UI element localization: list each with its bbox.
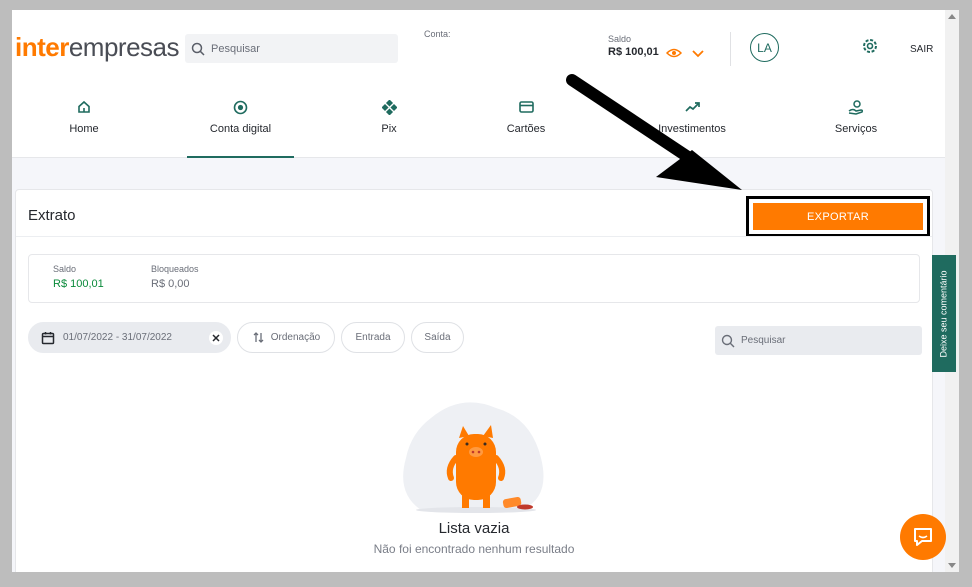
inter-empresas-logo[interactable]: interempresas — [15, 32, 180, 63]
extrato-card: Extrato EXPORTAR Saldo R$ 100,01 Bloquea… — [15, 189, 933, 572]
nav-pix-label: Pix — [381, 123, 397, 135]
extrato-search-placeholder: Pesquisar — [741, 335, 786, 346]
header-divider — [730, 32, 731, 66]
sort-arrows-icon — [253, 332, 264, 343]
empty-state-subtitle: Não foi encontrado nenhum resultado — [373, 542, 575, 556]
chat-bubble-icon — [914, 528, 932, 546]
nav-pix[interactable]: Pix — [369, 98, 409, 158]
nav-servicos[interactable]: Serviços — [830, 98, 882, 158]
scroll-up-arrow[interactable] — [948, 14, 956, 19]
search-icon — [721, 334, 735, 347]
eye-icon[interactable] — [666, 48, 682, 58]
header-balance: Saldo R$ 100,01 — [608, 34, 659, 58]
header-search-placeholder: Pesquisar — [211, 42, 260, 55]
app-window: interempresas Pesquisar Conta: Saldo R$ … — [12, 10, 945, 572]
chart-up-icon — [684, 102, 700, 112]
home-icon — [78, 100, 90, 113]
entrada-label: Entrada — [355, 332, 391, 343]
nav-home-label: Home — [69, 123, 99, 135]
empty-state-pig-illustration — [403, 402, 544, 513]
nav-conta-digital[interactable]: Conta digital — [187, 98, 294, 158]
header-balance-label: Saldo — [608, 34, 632, 44]
nav-investimentos[interactable]: Investimentos — [652, 98, 732, 158]
date-range-text: 01/07/2022 - 31/07/2022 — [63, 332, 172, 343]
summary-bloqueados-value: R$ 0,00 — [151, 278, 190, 290]
nav-servicos-label: Serviços — [834, 123, 878, 135]
main-nav: Home Conta digital Pix Cartões Investime… — [12, 98, 945, 158]
export-button[interactable]: EXPORTAR — [753, 203, 923, 230]
summary-saldo: Saldo R$ 100,01 — [53, 264, 104, 290]
feedback-tab[interactable]: Deixe seu comentário — [932, 255, 956, 372]
hand-coin-icon — [848, 99, 864, 115]
saida-label: Saída — [424, 332, 451, 343]
card-icon — [518, 101, 534, 113]
balance-summary: Saldo R$ 100,01 Bloqueados R$ 0,00 — [28, 254, 920, 303]
export-highlight-box: EXPORTAR — [746, 196, 930, 237]
chevron-down-icon[interactable] — [691, 46, 705, 60]
empty-state-title: Lista vazia — [438, 520, 510, 537]
card-divider — [16, 236, 932, 237]
nav-conta-digital-label: Conta digital — [209, 123, 272, 135]
extrato-search-input[interactable]: Pesquisar — [715, 326, 922, 355]
close-icon[interactable] — [209, 331, 223, 345]
feedback-label: Deixe seu comentário — [939, 269, 950, 358]
search-icon — [191, 42, 205, 56]
entrada-chip[interactable]: Entrada — [341, 322, 405, 353]
nav-cartoes-label: Cartões — [506, 123, 546, 135]
extrato-title: Extrato — [28, 207, 76, 224]
ordenacao-chip[interactable]: Ordenação — [237, 322, 335, 353]
calendar-icon — [41, 331, 55, 344]
nav-investimentos-label: Investimentos — [658, 123, 726, 135]
nav-cartoes[interactable]: Cartões — [501, 98, 551, 158]
scroll-down-arrow[interactable] — [948, 563, 956, 568]
coin-icon — [233, 100, 248, 114]
gear-icon[interactable] — [861, 37, 879, 55]
summary-saldo-value: R$ 100,01 — [53, 278, 104, 290]
header-balance-value: R$ 100,01 — [608, 46, 659, 58]
ordenacao-label: Ordenação — [270, 332, 321, 343]
header-search-input[interactable]: Pesquisar — [185, 34, 398, 63]
avatar[interactable]: LA — [750, 33, 779, 62]
saida-chip[interactable]: Saída — [411, 322, 464, 353]
pix-icon — [381, 99, 397, 115]
chat-button[interactable] — [900, 514, 946, 560]
account-label: Conta: — [424, 29, 451, 39]
summary-bloqueados: Bloqueados R$ 0,00 — [151, 264, 199, 290]
nav-home[interactable]: Home — [59, 98, 109, 158]
top-bar: interempresas Pesquisar Conta: Saldo R$ … — [12, 10, 945, 158]
summary-saldo-label: Saldo — [53, 264, 77, 274]
date-range-chip[interactable]: 01/07/2022 - 31/07/2022 — [28, 322, 231, 353]
summary-bloqueados-label: Bloqueados — [151, 264, 199, 274]
logout-button[interactable]: SAIR — [910, 44, 933, 55]
